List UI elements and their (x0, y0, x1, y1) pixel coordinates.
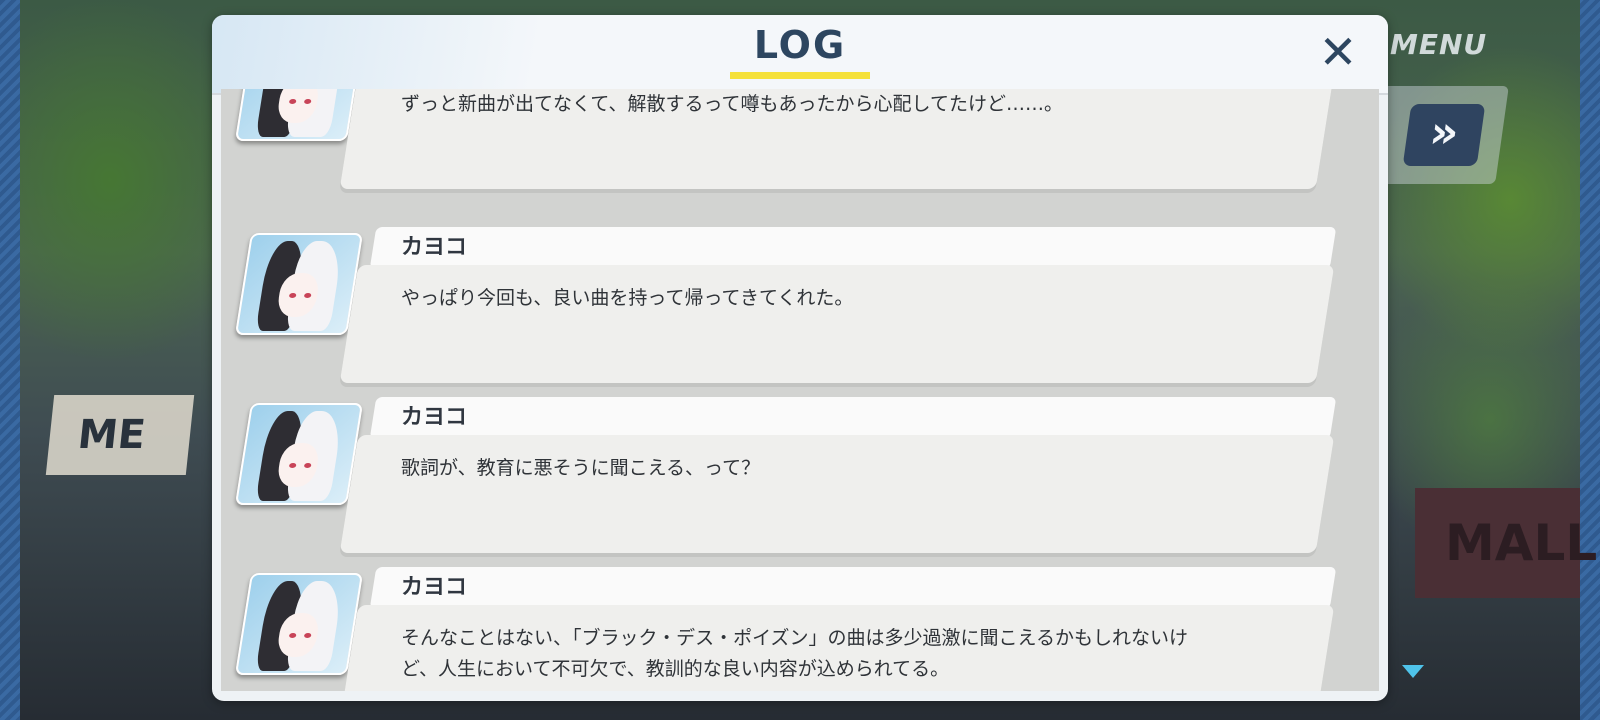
log-entry: ずっと新曲が出てなくて、解散するって噂もあったから心配してたけど……。 (221, 89, 1379, 193)
log-window: LOG ✕ ずっと新曲が出てなくて、解散するって噂もあったから心配してたけど……… (212, 15, 1388, 701)
background-sign: ME (45, 395, 195, 475)
menu-button[interactable]: MENU (1390, 28, 1487, 61)
character-avatar (234, 403, 364, 505)
background-mall-sign: MALL (1415, 488, 1597, 598)
name-plate (369, 567, 1337, 609)
log-entry: カヨコ 歌詞が、教育に悪そうに聞こえる、って？ (221, 397, 1379, 557)
log-header: LOG ✕ (212, 15, 1388, 95)
character-avatar (234, 233, 364, 335)
message-text: 歌詞が、教育に悪そうに聞こえる、って？ (401, 457, 761, 479)
log-entries-list[interactable]: ずっと新曲が出てなくて、解散するって噂もあったから心配してたけど……。 カヨコ … (221, 89, 1379, 691)
speaker-name: カヨコ (401, 405, 468, 430)
speaker-name: カヨコ (401, 575, 468, 600)
log-entry: カヨコ やっぱり今回も、良い曲を持って帰ってきてくれた。 (221, 227, 1379, 387)
close-button[interactable]: ✕ (1312, 29, 1364, 75)
title-underline (730, 72, 870, 79)
log-entry: カヨコ そんなことはない、「ブラック・デス・ポイズン」の曲は多少過激に聞こえるか… (221, 567, 1379, 691)
log-title: LOG (753, 23, 847, 67)
scroll-down-icon[interactable] (1402, 665, 1424, 678)
name-plate (369, 227, 1337, 269)
speaker-name: カヨコ (401, 235, 468, 260)
character-avatar (234, 573, 364, 675)
name-plate (369, 397, 1337, 439)
message-text: ずっと新曲が出てなくて、解散するって噂もあったから心配してたけど……。 (401, 93, 1063, 115)
message-text: やっぱり今回も、良い曲を持って帰ってきてくれた。 (401, 287, 854, 309)
character-avatar (234, 89, 364, 141)
message-text: そんなことはない、「ブラック・デス・ポイズン」の曲は多少過激に聞こえるかもしれな… (401, 627, 1188, 680)
skip-forward-button[interactable]: » (1402, 104, 1486, 166)
